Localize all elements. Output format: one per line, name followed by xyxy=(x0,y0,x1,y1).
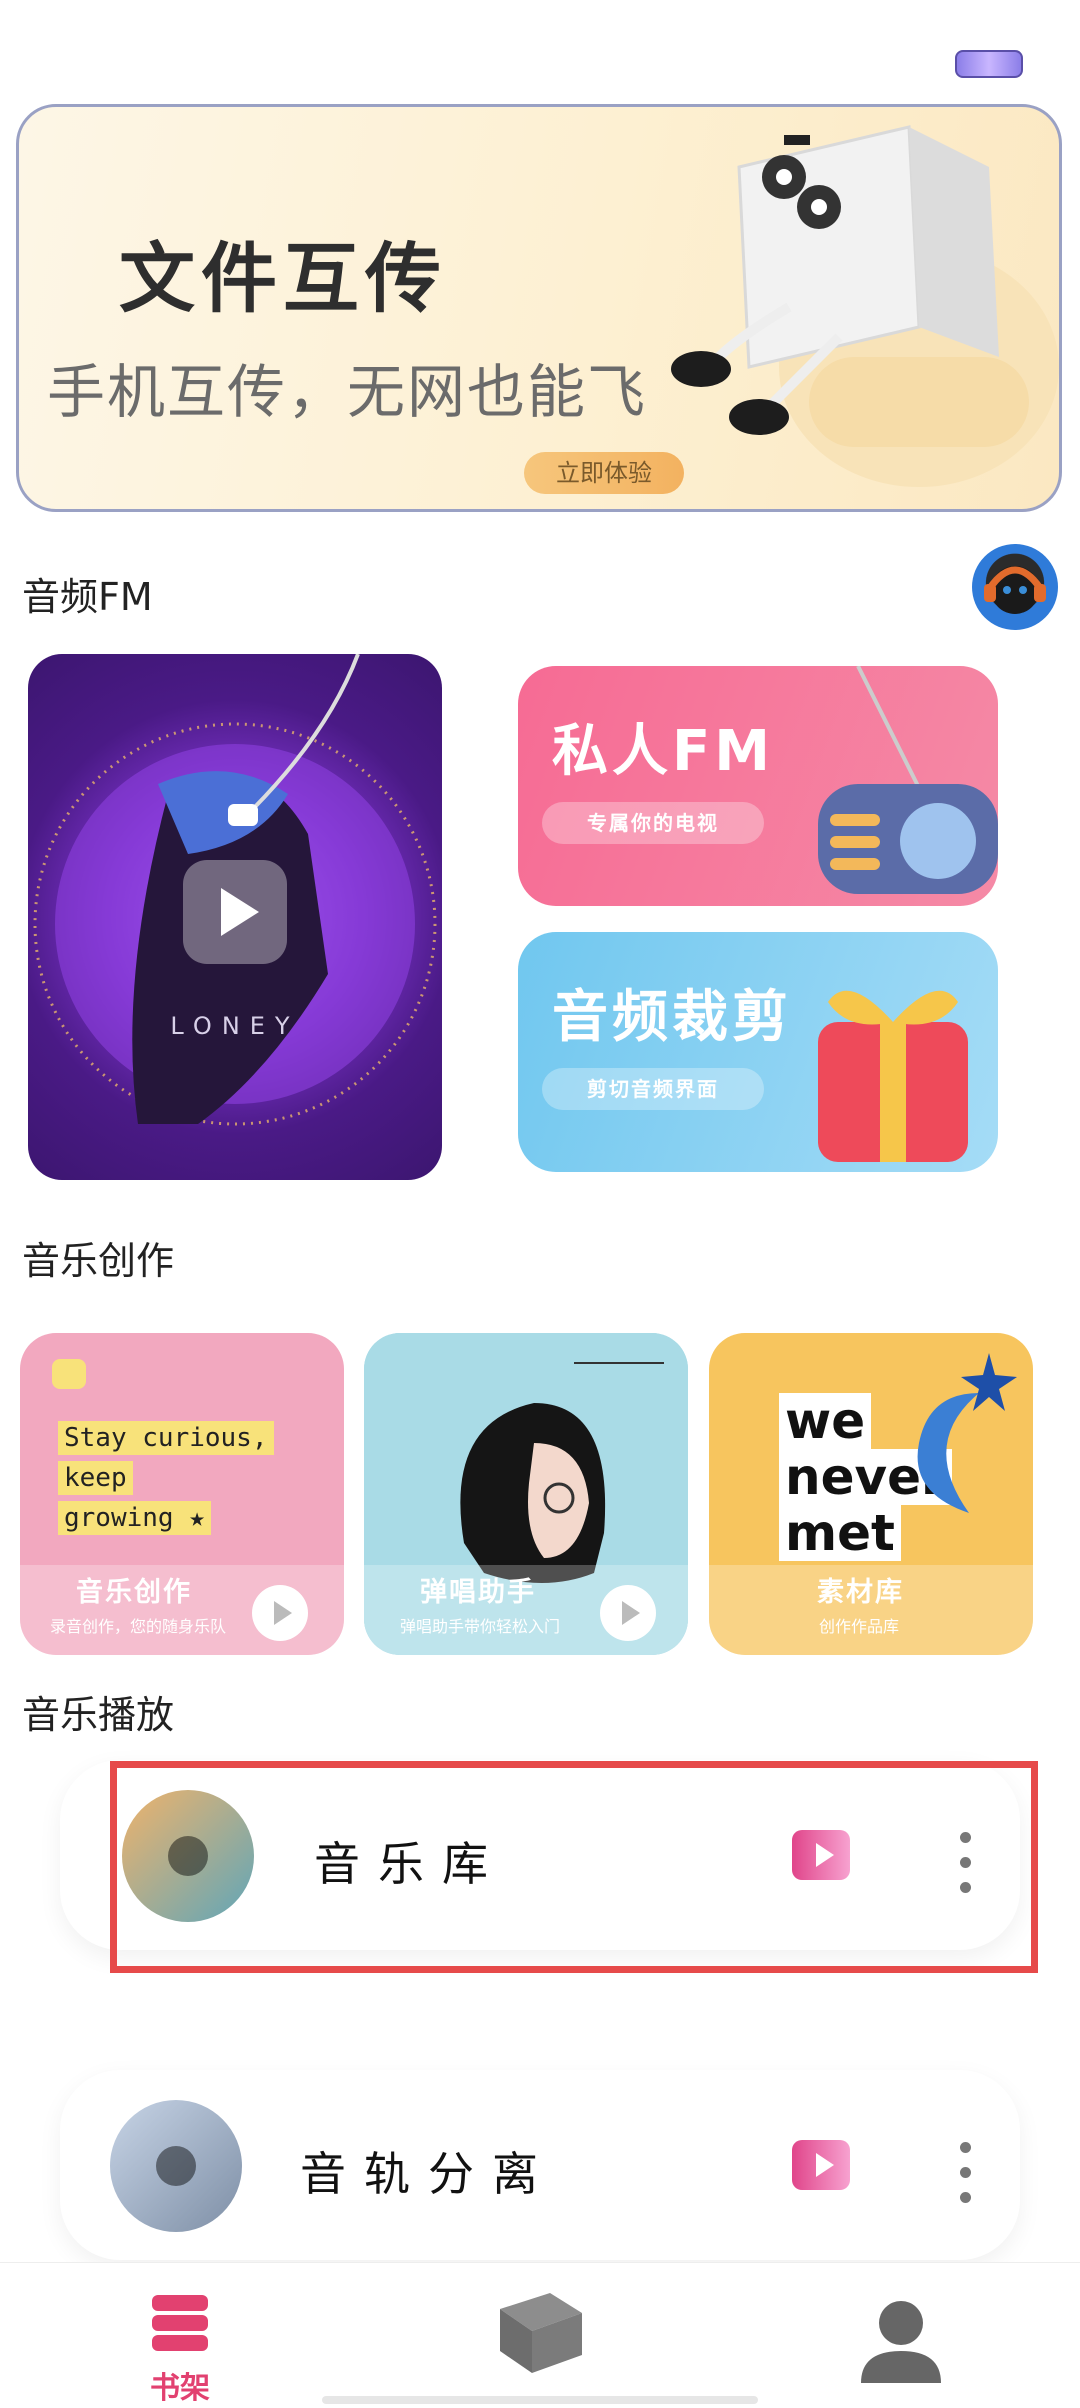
private-fm-subtitle: 专属你的电视 xyxy=(542,802,764,844)
bookshelf-icon xyxy=(152,2295,208,2351)
user-avatar[interactable] xyxy=(972,544,1058,630)
audio-cut-card[interactable]: 音频裁剪 剪切音频界面 xyxy=(518,932,998,1172)
featured-fm-card[interactable]: LONEY xyxy=(28,654,442,1180)
music-creation-label: 音乐创作 xyxy=(76,1577,192,1608)
nav-bookshelf-label: 书架 xyxy=(150,2371,210,2406)
material-library-card[interactable]: we never met 素材库 创作作品库 xyxy=(709,1333,1033,1655)
featured-fm-caption: LONEY xyxy=(170,1012,299,1040)
more-options-icon[interactable] xyxy=(958,2142,972,2204)
selected-row-highlight xyxy=(110,1761,1038,1973)
bottom-navigation: 书架 xyxy=(0,2262,1080,2408)
track-separation-row[interactable]: 音轨分离 xyxy=(60,2070,1020,2260)
section-title-creation: 音乐创作 xyxy=(22,1239,175,1283)
nav-profile[interactable] xyxy=(800,2263,1000,2408)
robot-illustration-icon xyxy=(671,125,1059,487)
section-title-fm: 音频FM xyxy=(22,575,153,619)
track-separation-label: 音轨分离 xyxy=(300,2147,556,2201)
file-transfer-banner[interactable]: 文件互传 手机互传，无网也能飞 立即体验 xyxy=(16,104,1062,512)
gift-icon xyxy=(818,990,968,1162)
home-indicator[interactable] xyxy=(322,2396,758,2404)
material-library-sub: 创作作品库 xyxy=(819,1617,900,1636)
box-icon xyxy=(500,2293,582,2373)
section-title-playback: 音乐播放 xyxy=(22,1693,175,1737)
play-icon xyxy=(156,2146,196,2186)
radio-icon xyxy=(818,666,998,894)
nav-box[interactable] xyxy=(440,2263,640,2408)
audio-cut-subtitle: 剪切音频界面 xyxy=(542,1068,764,1110)
art-line-3: growing ★ xyxy=(58,1501,211,1535)
private-fm-card[interactable]: 私人FM 专属你的电视 xyxy=(518,666,998,906)
music-creation-play-button[interactable] xyxy=(252,1585,308,1641)
music-creation-card[interactable]: Stay curious, keep growing ★ 音乐创作 录音创作，您… xyxy=(20,1333,344,1655)
banner-title: 文件互传 xyxy=(119,234,447,323)
featured-play-button[interactable] xyxy=(183,860,287,964)
play-icon xyxy=(221,888,259,936)
quote-icon xyxy=(52,1359,86,1389)
material-library-label: 素材库 xyxy=(817,1577,904,1608)
user-profile-icon xyxy=(861,2301,941,2383)
nav-bookshelf[interactable]: 书架 xyxy=(80,2263,280,2408)
headphone-avatar-icon xyxy=(984,566,1046,614)
art-line-1: Stay curious, xyxy=(58,1421,274,1455)
audio-cut-title: 音频裁剪 xyxy=(552,985,792,1050)
moon-icon xyxy=(917,1353,1017,1513)
strum-assistant-card[interactable]: 弹唱助手 弹唱助手带你轻松入门 xyxy=(364,1333,688,1655)
private-fm-title: 私人FM xyxy=(552,719,774,784)
strum-assistant-play-button[interactable] xyxy=(600,1585,656,1641)
banner-subtitle: 手机互传，无网也能飞 xyxy=(47,358,648,426)
strum-assistant-sub: 弹唱助手带你轻松入门 xyxy=(400,1617,561,1636)
strum-assistant-label: 弹唱助手 xyxy=(420,1577,536,1608)
track-separation-avatar xyxy=(110,2100,242,2232)
track-separation-play-icon[interactable] xyxy=(792,2140,850,2190)
music-creation-sub: 录音创作，您的随身乐队 xyxy=(50,1617,227,1636)
battery-indicator xyxy=(955,50,1023,78)
art-line-2: keep xyxy=(58,1461,133,1495)
